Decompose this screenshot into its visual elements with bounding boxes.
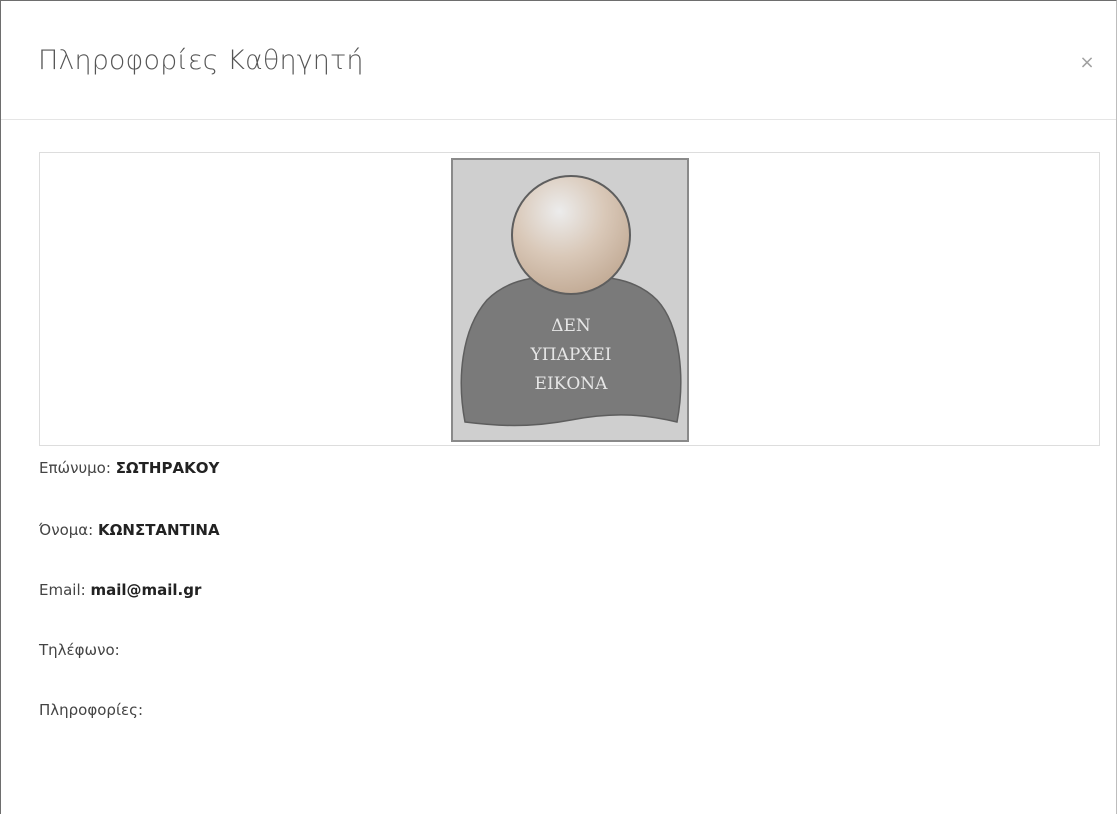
email-label: Email: bbox=[39, 581, 86, 599]
close-icon: × bbox=[1079, 52, 1095, 73]
photo-frame: ΔΕΝ ΥΠΑΡΧΕΙ ΕΙΚΟΝΑ bbox=[39, 152, 1100, 446]
photo-placeholder-line2: ΥΠΑΡΧΕΙ bbox=[530, 345, 612, 365]
info-row: Πληροφορίες: bbox=[39, 699, 143, 721]
modal-header: Πληροφορίες Καθηγητή × bbox=[1, 1, 1116, 120]
phone-row: Τηλέφωνο: bbox=[39, 639, 120, 661]
modal-title: Πληροφορίες Καθηγητή bbox=[38, 45, 364, 76]
teacher-photo: ΔΕΝ ΥΠΑΡΧΕΙ ΕΙΚΟΝΑ bbox=[451, 158, 689, 442]
surname-label: Επώνυμο: bbox=[39, 459, 111, 477]
email-value: mail@mail.gr bbox=[90, 581, 202, 599]
email-row: Email: mail@mail.gr bbox=[39, 579, 201, 601]
name-label: Όνομα: bbox=[39, 521, 94, 539]
phone-label: Τηλέφωνο: bbox=[39, 641, 120, 659]
surname-row: Επώνυμο: ΣΩΤΗΡΑΚΟΥ bbox=[39, 457, 219, 479]
surname-value: ΣΩΤΗΡΑΚΟΥ bbox=[115, 459, 220, 477]
photo-placeholder-line1: ΔΕΝ bbox=[551, 316, 591, 336]
photo-placeholder-line3: ΕΙΚΟΝΑ bbox=[535, 374, 609, 394]
close-button[interactable]: × bbox=[1077, 53, 1097, 73]
person-silhouette-icon: ΔΕΝ ΥΠΑΡΧΕΙ ΕΙΚΟΝΑ bbox=[453, 160, 687, 440]
name-value: ΚΩΝΣΤΑΝΤΙΝΑ bbox=[98, 521, 220, 539]
name-row: Όνομα: ΚΩΝΣΤΑΝΤΙΝΑ bbox=[39, 519, 220, 541]
info-label: Πληροφορίες: bbox=[39, 701, 143, 719]
teacher-info-modal: Πληροφορίες Καθηγητή × ΔΕΝ ΥΠΑΡΧΕΙ ΕΙΚΟΝ… bbox=[0, 0, 1117, 814]
